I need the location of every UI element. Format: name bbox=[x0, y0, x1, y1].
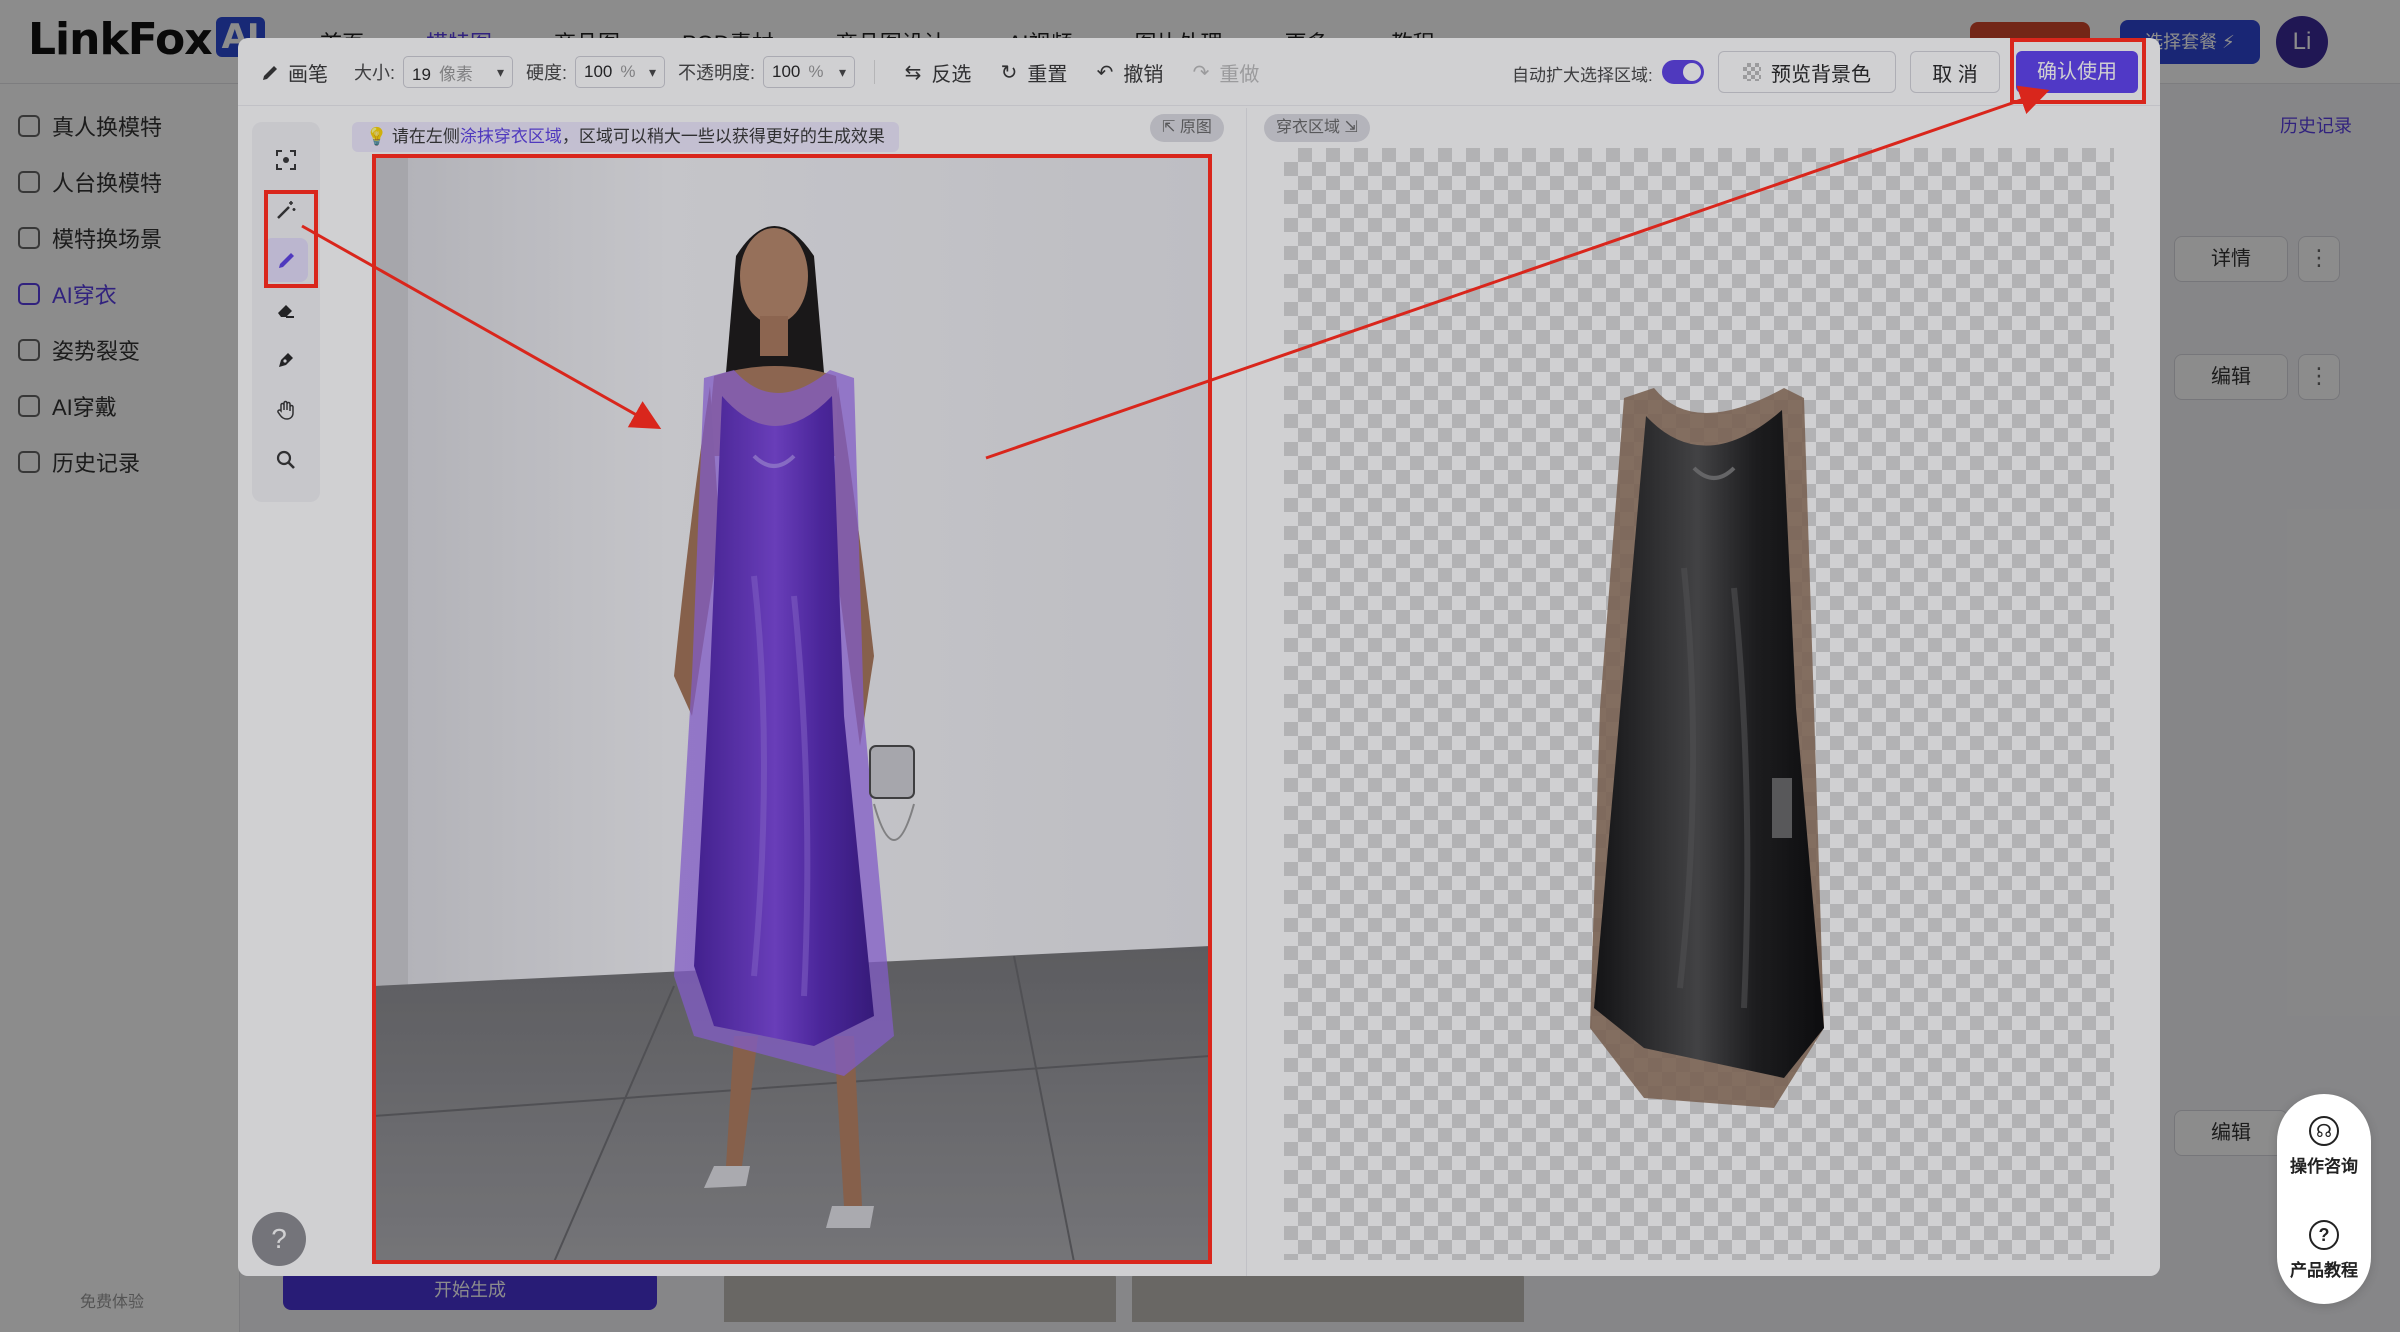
size-select[interactable]: 19 像素 ▾ bbox=[403, 56, 514, 88]
swap-icon: ⇆ bbox=[904, 61, 922, 84]
pane-divider bbox=[1246, 108, 1247, 1276]
dress-area-canvas[interactable] bbox=[1284, 148, 2114, 1260]
preview-background-button[interactable]: 预览背景色 bbox=[1718, 51, 1896, 93]
toolbar-divider bbox=[874, 60, 875, 84]
tool-highlight-box bbox=[264, 190, 318, 288]
invert-button[interactable]: ⇆ 反选 bbox=[888, 50, 988, 94]
size-unit: 像素 bbox=[438, 64, 473, 84]
hardness-label: 硬度: bbox=[526, 63, 568, 83]
invert-label: 反选 bbox=[931, 63, 972, 86]
reset-button[interactable]: ↻ 重置 bbox=[984, 50, 1084, 94]
opacity-label: 不透明度: bbox=[678, 63, 756, 83]
size-value: 19 bbox=[412, 64, 431, 84]
question-icon: ? bbox=[2309, 1220, 2339, 1250]
dress-area-preview bbox=[1590, 388, 1824, 1108]
chevron-down-icon: ▾ bbox=[648, 63, 657, 80]
help-button[interactable]: ? bbox=[252, 1212, 306, 1266]
size-control: 大小: 19 像素 ▾ bbox=[354, 56, 514, 88]
hand-icon bbox=[277, 400, 294, 420]
smart-select-tool[interactable] bbox=[264, 138, 308, 182]
dress-area-tag[interactable]: 穿衣区域 ⇲ bbox=[1264, 114, 1370, 142]
expand-icon: ⇲ bbox=[1344, 119, 1358, 136]
hand-tool[interactable] bbox=[264, 388, 308, 432]
tutorial-button[interactable]: ? 产品教程 bbox=[2277, 1220, 2371, 1281]
auto-expand-toggle[interactable] bbox=[1662, 60, 1704, 84]
confirm-highlight-box bbox=[2010, 38, 2146, 104]
canvas-highlight-box bbox=[372, 154, 1212, 1264]
undo-icon: ↶ bbox=[1096, 61, 1114, 84]
headset-icon: ☊ bbox=[2309, 1116, 2339, 1146]
opacity-value: 100 bbox=[772, 62, 801, 81]
hardness-value: 100 bbox=[584, 62, 613, 81]
opacity-control: 不透明度: 100% ▾ bbox=[678, 56, 856, 88]
instruction-hint: 💡 请在左侧涂抹穿衣区域，区域可以稍大一些以获得更好的生成效果 bbox=[352, 122, 899, 152]
original-image-label: 原图 bbox=[1179, 119, 1212, 136]
hint-suffix: ，区域可以稍大一些以获得更好的生成效果 bbox=[561, 127, 885, 146]
reset-label: 重置 bbox=[1027, 63, 1068, 86]
redo-icon: ↷ bbox=[1192, 61, 1210, 84]
redo-label: 重做 bbox=[1219, 63, 1260, 86]
zoom-icon bbox=[276, 450, 295, 469]
pen-tool[interactable] bbox=[264, 338, 308, 382]
chevron-down-icon: ▾ bbox=[838, 63, 847, 80]
opacity-select[interactable]: 100% ▾ bbox=[763, 56, 856, 88]
tool-rail bbox=[252, 122, 320, 502]
opacity-unit: % bbox=[808, 62, 824, 81]
pen-icon bbox=[279, 353, 293, 367]
tool-name: 画笔 bbox=[288, 64, 328, 86]
collapse-icon: ⇱ bbox=[1162, 119, 1176, 136]
hint-prefix: 请在左侧 bbox=[391, 127, 460, 146]
eraser-icon bbox=[278, 305, 294, 318]
consult-label: 操作咨询 bbox=[2290, 1157, 2358, 1176]
cancel-button[interactable]: 取 消 bbox=[1910, 51, 2000, 93]
hardness-control: 硬度: 100% ▾ bbox=[526, 56, 666, 88]
smart-select-icon bbox=[276, 150, 296, 170]
floating-help-panel: ☊ 操作咨询 ? 产品教程 bbox=[2277, 1094, 2371, 1304]
redo-button[interactable]: ↷ 重做 bbox=[1176, 50, 1276, 94]
current-tool: 画笔 bbox=[260, 58, 328, 87]
hint-emphasis: 涂抹穿衣区域 bbox=[459, 127, 562, 146]
original-image-tag[interactable]: ⇱ 原图 bbox=[1150, 114, 1224, 142]
dress-area-label: 穿衣区域 bbox=[1276, 119, 1341, 136]
hardness-select[interactable]: 100% ▾ bbox=[575, 56, 666, 88]
auto-expand-label: 自动扩大选择区域: bbox=[1512, 66, 1653, 85]
hardness-unit: % bbox=[620, 62, 636, 81]
checkerboard-icon bbox=[1743, 63, 1761, 81]
consult-button[interactable]: ☊ 操作咨询 bbox=[2277, 1116, 2371, 1177]
size-label: 大小: bbox=[354, 63, 396, 83]
preview-background-label: 预览背景色 bbox=[1771, 63, 1871, 86]
chevron-down-icon: ▾ bbox=[496, 63, 505, 80]
undo-button[interactable]: ↶ 撤销 bbox=[1080, 50, 1180, 94]
brush-icon bbox=[263, 65, 277, 80]
tutorial-label: 产品教程 bbox=[2290, 1261, 2358, 1280]
zoom-tool[interactable] bbox=[264, 438, 308, 482]
refresh-icon: ↻ bbox=[1000, 61, 1018, 84]
editor-toolbar: 画笔 大小: 19 像素 ▾ 硬度: 100% ▾ 不透明度: 100% ▾ ⇆… bbox=[238, 38, 2160, 106]
lightbulb-icon: 💡 bbox=[366, 127, 388, 146]
undo-label: 撤销 bbox=[1123, 63, 1164, 86]
eraser-tool[interactable] bbox=[264, 288, 308, 332]
